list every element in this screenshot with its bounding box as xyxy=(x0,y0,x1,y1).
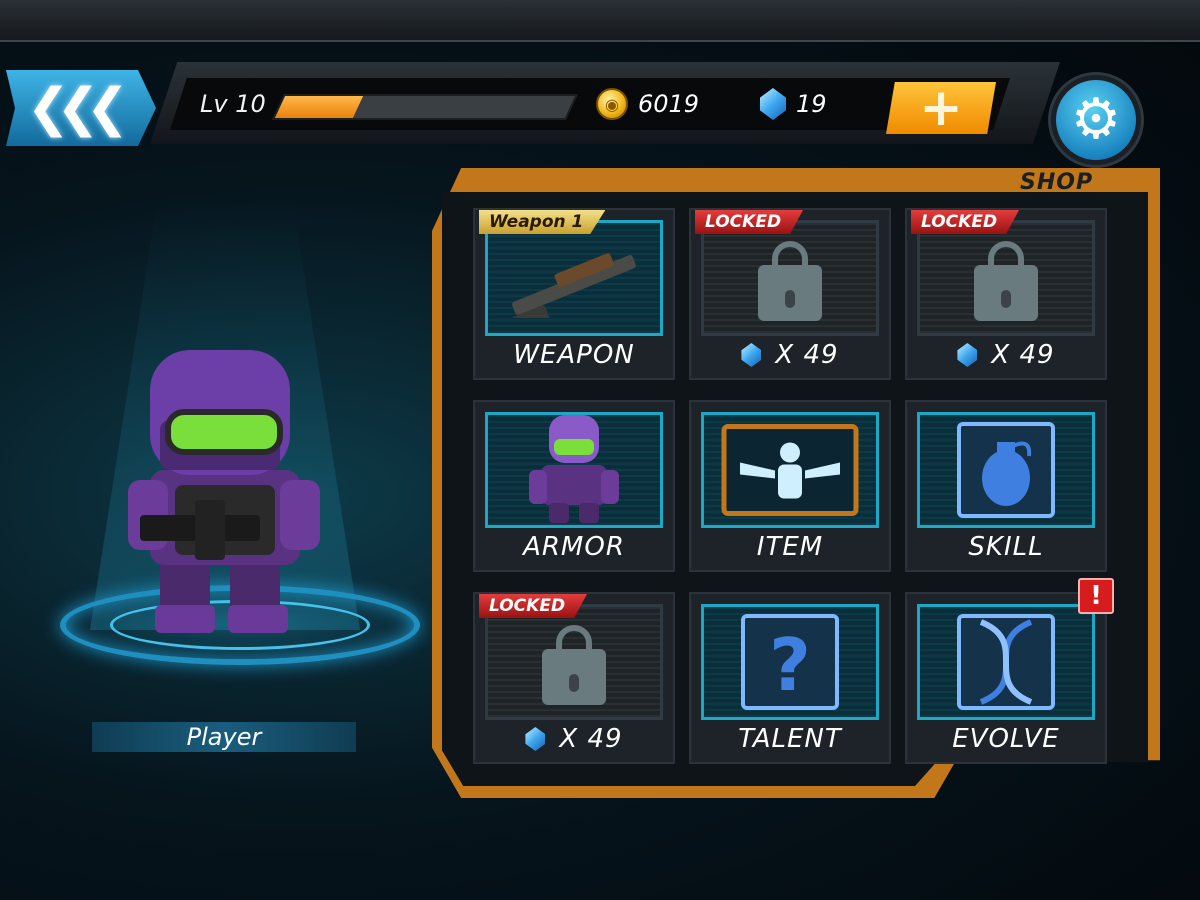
locked-tag: LOCKED xyxy=(911,210,1020,234)
player-character[interactable] xyxy=(120,350,330,640)
locked-tag: LOCKED xyxy=(695,210,804,234)
shotgun-icon xyxy=(507,253,636,318)
settings-button[interactable]: ⚙ xyxy=(1056,80,1136,160)
evolve-caption: EVOLVE xyxy=(952,724,1060,754)
coin-icon: ◉ xyxy=(596,88,628,120)
item-icon xyxy=(721,424,859,516)
locked-window xyxy=(701,220,879,336)
gem-icon xyxy=(525,727,546,751)
shop-title: SHOP xyxy=(1020,170,1094,195)
unlock-price-text: X 49 xyxy=(559,724,623,754)
gem-count: 19 xyxy=(796,90,827,118)
evolve-alert-badge: ! xyxy=(1078,578,1114,614)
coin-count: 6019 xyxy=(638,90,700,118)
grenade-icon xyxy=(957,422,1055,518)
player-name: Player xyxy=(186,723,262,751)
back-button[interactable]: ❮❮❮ xyxy=(6,70,156,146)
armor-tile[interactable]: ARMOR xyxy=(473,400,675,572)
talent-tile[interactable]: ? TALENT xyxy=(689,592,891,764)
skill-tile[interactable]: SKILL xyxy=(905,400,1107,572)
svg-text:?: ? xyxy=(769,623,811,707)
weapon-window xyxy=(485,220,663,336)
gem-icon xyxy=(957,343,978,367)
item-tile[interactable]: ITEM xyxy=(689,400,891,572)
unlock-price: X 49 xyxy=(907,340,1105,370)
gem-icon xyxy=(741,343,762,367)
dna-icon xyxy=(957,614,1055,710)
level-label: Lv 10 xyxy=(200,90,266,118)
evolve-tile[interactable]: EVOLVE xyxy=(905,592,1107,764)
talent-window: ? xyxy=(701,604,879,720)
locked-tile-3[interactable]: LOCKED X 49 xyxy=(473,592,675,764)
weapon-caption: WEAPON xyxy=(513,340,635,370)
armor-icon xyxy=(529,415,619,523)
weapon-tile[interactable]: Weapon 1 WEAPON xyxy=(473,208,675,380)
skill-window xyxy=(917,412,1095,528)
unlock-price: X 49 xyxy=(475,724,673,754)
item-caption: ITEM xyxy=(756,532,824,562)
unlock-price-text: X 49 xyxy=(991,340,1055,370)
plus-icon: + xyxy=(919,78,963,138)
lock-icon xyxy=(542,625,606,705)
locked-tile-1[interactable]: LOCKED X 49 xyxy=(689,208,891,380)
locked-tile-2[interactable]: LOCKED X 49 xyxy=(905,208,1107,380)
buy-currency-button[interactable]: + xyxy=(886,82,996,134)
armor-window xyxy=(485,412,663,528)
xp-bar xyxy=(271,94,579,120)
unlock-price: X 49 xyxy=(691,340,889,370)
player-name-plate: Player xyxy=(92,722,356,752)
lock-icon xyxy=(974,241,1038,321)
xp-fill xyxy=(274,96,364,118)
talent-caption: TALENT xyxy=(738,724,842,754)
weapon-slot-tag: Weapon 1 xyxy=(479,210,606,234)
locked-window xyxy=(917,220,1095,336)
item-window xyxy=(701,412,879,528)
locked-window xyxy=(485,604,663,720)
top-frame xyxy=(0,0,1200,42)
locked-tag: LOCKED xyxy=(479,594,588,618)
back-chevrons-icon: ❮❮❮ xyxy=(26,78,130,138)
question-mark-icon: ? xyxy=(741,614,839,710)
armor-caption: ARMOR xyxy=(523,532,625,562)
gear-icon: ⚙ xyxy=(1070,87,1122,152)
evolve-window xyxy=(917,604,1095,720)
unlock-price-text: X 49 xyxy=(775,340,839,370)
skill-caption: SKILL xyxy=(968,532,1044,562)
lock-icon xyxy=(758,241,822,321)
